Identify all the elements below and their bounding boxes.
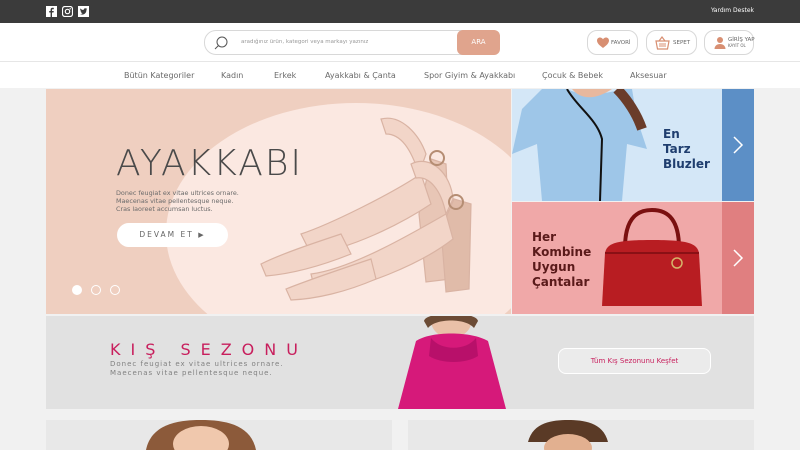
banner-line: Bluzler bbox=[663, 157, 710, 171]
blouse-banner-arrow-bar[interactable] bbox=[722, 89, 754, 201]
heart-icon bbox=[597, 37, 609, 48]
chevron-right-icon bbox=[733, 136, 744, 154]
help-link[interactable]: Yardım Destek bbox=[711, 7, 754, 14]
top-bar: Yardım Destek bbox=[0, 0, 800, 23]
chevron-right-icon bbox=[733, 249, 744, 267]
cart-label: SEPET bbox=[673, 40, 691, 46]
banner-line: Uygun bbox=[532, 260, 576, 274]
bag-banner-text: Her Kombine Uygun Çantalar bbox=[532, 230, 591, 290]
blouse-model-image bbox=[512, 89, 647, 201]
blouse-banner[interactable]: En Tarz Bluzler bbox=[512, 89, 754, 201]
high-heel-sandal-image bbox=[260, 117, 472, 301]
header: aradığınız ürün, kategori veya markayı y… bbox=[0, 23, 800, 61]
bag-banner-arrow-bar[interactable] bbox=[722, 202, 754, 314]
slider-dot[interactable] bbox=[110, 285, 120, 295]
winter-desc-line: Donec feugiat ex vitae ultrices ornare. bbox=[110, 360, 284, 368]
facebook-icon[interactable] bbox=[46, 6, 57, 17]
hero-slider[interactable]: AYAKKABI Donec feugiat ex vitae ultrices… bbox=[46, 89, 511, 314]
search-bar: aradığınız ürün, kategori veya markayı y… bbox=[204, 30, 500, 55]
nav-item-kids-baby[interactable]: Çocuk & Bebek bbox=[542, 71, 603, 80]
banner-line: Kombine bbox=[532, 245, 592, 259]
basket-icon bbox=[655, 36, 670, 50]
continue-label: DEVAM ET bbox=[139, 230, 194, 239]
login-labels: GİRİŞ YAP KAYIT OL bbox=[728, 37, 755, 49]
man-portrait-image bbox=[528, 420, 608, 450]
winter-desc-line: Maecenas vitae pellentesque neque. bbox=[110, 369, 273, 377]
nav-item-men[interactable]: Erkek bbox=[274, 71, 296, 80]
slider-dot[interactable] bbox=[91, 285, 101, 295]
nav-item-all-categories[interactable]: Bütün Kategoriler bbox=[124, 71, 194, 80]
banner-line: Çantalar bbox=[532, 275, 590, 289]
banner-line: Tarz bbox=[663, 142, 691, 156]
category-nav: Bütün Kategoriler Kadın Erkek Ayakkabı &… bbox=[0, 61, 800, 88]
play-arrow-icon: ▶ bbox=[198, 231, 206, 239]
blouse-banner-text: En Tarz Bluzler bbox=[663, 127, 710, 172]
men-category-teaser[interactable] bbox=[408, 420, 754, 450]
login-button[interactable]: GİRİŞ YAP KAYIT OL bbox=[704, 30, 755, 55]
slider-dot-active[interactable] bbox=[72, 285, 82, 295]
nav-item-accessories[interactable]: Aksesuar bbox=[630, 71, 667, 80]
user-icon bbox=[714, 37, 726, 49]
bag-banner[interactable]: Her Kombine Uygun Çantalar bbox=[512, 202, 754, 314]
search-input[interactable]: aradığınız ürün, kategori veya markayı y… bbox=[241, 39, 368, 45]
winter-season-banner[interactable]: KIŞ SEZONU Donec feugiat ex vitae ultric… bbox=[46, 316, 754, 409]
women-category-teaser[interactable] bbox=[46, 420, 392, 450]
nav-item-women[interactable]: Kadın bbox=[221, 71, 243, 80]
explore-winter-button[interactable]: Tüm Kış Sezonunu Keşfet bbox=[558, 348, 711, 374]
nav-item-shoes-bags[interactable]: Ayakkabı & Çanta bbox=[325, 71, 396, 80]
cart-button[interactable]: SEPET bbox=[646, 30, 697, 55]
winter-model-image bbox=[398, 316, 506, 409]
instagram-icon[interactable] bbox=[62, 6, 73, 17]
favorites-button[interactable]: FAVORİ bbox=[587, 30, 638, 55]
woman-portrait-image bbox=[146, 420, 256, 450]
twitter-icon[interactable] bbox=[78, 6, 89, 17]
search-icon bbox=[214, 36, 228, 50]
banner-line: Her bbox=[532, 230, 557, 244]
winter-description: Donec feugiat ex vitae ultrices ornare. … bbox=[110, 360, 284, 378]
nav-item-sportswear[interactable]: Spor Giyim & Ayakkabı bbox=[424, 71, 515, 80]
winter-title: KIŞ SEZONU bbox=[110, 340, 308, 359]
red-handbag-image bbox=[602, 208, 702, 306]
favorites-label: FAVORİ bbox=[611, 40, 631, 46]
banner-line: En bbox=[663, 127, 680, 141]
continue-button[interactable]: DEVAM ET ▶ bbox=[117, 223, 228, 247]
search-button[interactable]: ARA bbox=[457, 30, 500, 55]
register-label: KAYIT OL bbox=[728, 43, 746, 48]
